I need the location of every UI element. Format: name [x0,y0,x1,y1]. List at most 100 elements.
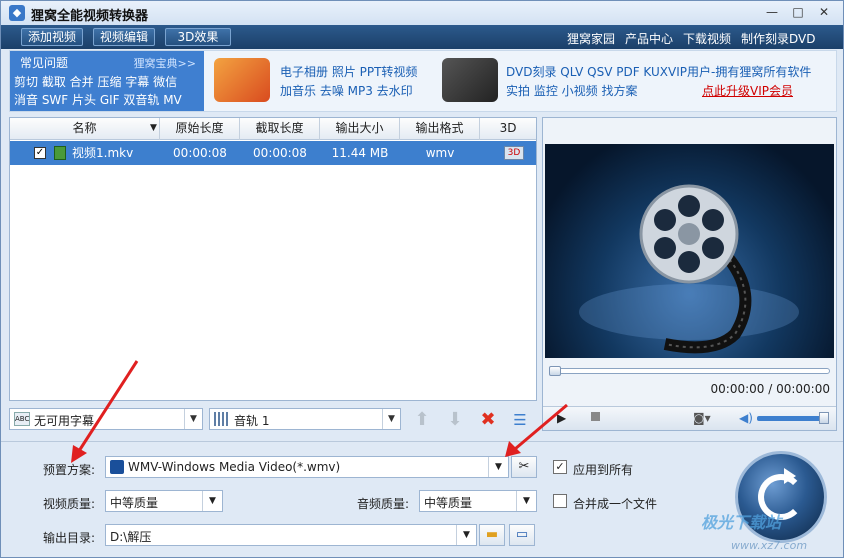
output-size: 11.44 MB [331,146,389,160]
chevron-down-icon[interactable]: ▼ [456,525,476,545]
upgrade-vip-link[interactable]: 点此升级VIP会员 [702,82,793,99]
faq-panel: 常见问题 狸窝宝典>> 剪切 截取 合并 压缩 字幕 微信 消音 SWF 片头 … [10,51,204,111]
column-output-size[interactable]: 输出大小 [320,118,400,140]
table-row[interactable]: ✓ 视频1.mkv 00:00:08 00:00:08 11.44 MB wmv… [10,141,536,165]
merge-label[interactable]: 合并成一个文件 [573,495,657,512]
watermark-url: www.xz7.com [731,539,808,552]
faq-more-link[interactable]: 狸窝宝典>> [134,55,196,71]
ad-dvd-links-row-1[interactable]: DVD刻录 QLV QSV PDF KUX [506,63,668,80]
add-video-button[interactable]: 添加视频 [21,28,84,46]
volume-handle[interactable] [819,412,829,424]
wmv-format-icon [110,460,124,474]
output-dir-label: 输出目录: [43,531,96,545]
output-dir-value: D:\解压 [110,530,152,544]
subtitle-value: 无可用字幕 [34,414,95,428]
audio-quality-value: 中等质量 [424,496,473,510]
column-name[interactable]: 名称 [10,118,160,140]
playback-controls: ▶ ◙▾ ◀) [543,406,836,430]
preview-screen [545,144,834,358]
camera-icon[interactable]: ◙▾ [693,411,711,425]
file-list-header: 名称 ▼ 原始长度 截取长度 输出大小 输出格式 3D [10,118,536,140]
file-list[interactable]: 名称 ▼ 原始长度 截取长度 输出大小 输出格式 3D ✓ 视频1.mkv 00… [9,117,537,401]
audio-quality-label: 音频质量: [357,497,410,511]
clear-list-icon[interactable]: ☰ [509,409,531,431]
title-bar: ◆ 狸窝全能视频转换器 — □ ✕ [1,1,843,25]
open-folder-icon[interactable]: ▭ [509,524,535,546]
move-down-icon[interactable]: ⬇ [444,409,466,431]
sort-chevron-down-icon[interactable]: ▼ [148,118,160,140]
preview-panel: 00:00:00 / 00:00:00 ▶ ◙▾ ◀) [542,117,837,431]
subtitle-select[interactable]: ABC 无可用字幕 ▼ [9,408,203,430]
volume-slider[interactable] [757,412,829,424]
apply-all-label[interactable]: 应用到所有 [573,461,633,478]
faq-title[interactable]: 常见问题 [20,54,68,71]
output-format: wmv [425,146,455,160]
chevron-down-icon[interactable]: ▼ [382,409,400,429]
window-title: 狸窝全能视频转换器 [31,9,149,24]
seek-handle[interactable] [549,366,561,376]
phone-dvd-icon[interactable] [442,58,498,102]
original-length: 00:00:08 [173,146,227,160]
file-name: 视频1.mkv [72,146,134,160]
move-up-icon[interactable]: ⬆ [411,409,433,431]
column-clip-length[interactable]: 截取长度 [240,118,320,140]
play-icon[interactable]: ▶ [557,411,566,425]
merge-checkbox[interactable] [553,494,567,508]
preset-value: WMV-Windows Media Video(*.wmv) [128,460,341,474]
playback-time: 00:00:00 / 00:00:00 [710,382,830,396]
delete-icon[interactable]: ✖ [477,409,499,431]
video-file-icon [54,146,66,160]
chevron-down-icon[interactable]: ▼ [516,491,536,511]
apply-all-checkbox[interactable]: ✓ [553,460,567,474]
watermark-text: 极光下载站 [701,513,782,532]
preset-select[interactable]: WMV-Windows Media Video(*.wmv) ▼ [105,456,509,478]
seek-slider[interactable] [549,366,830,376]
volume-icon[interactable]: ◀) [739,411,753,425]
3d-settings-icon[interactable]: 3D [504,146,524,160]
preset-label: 预置方案: [43,463,96,477]
chevron-down-icon[interactable]: ▼ [184,409,202,429]
chevron-down-icon[interactable]: ▼ [202,491,222,511]
column-original-length[interactable]: 原始长度 [160,118,240,140]
audio-track-value: 音轨 1 [234,414,270,428]
stop-icon[interactable] [591,412,600,421]
video-quality-value: 中等质量 [110,496,159,510]
ad-album-links-row-2[interactable]: 加音乐 去噪 MP3 去水印 [280,82,413,99]
audio-quality-select[interactable]: 中等质量 ▼ [419,490,537,512]
link-liwo-home[interactable]: 狸窝家园 [567,30,615,47]
subtitle-icon: ABC [14,412,30,426]
ad-album-links-row-1[interactable]: 电子相册 照片 PPT转视频 [280,63,417,80]
chevron-down-icon[interactable]: ▼ [488,457,508,477]
video-quality-select[interactable]: 中等质量 ▼ [105,490,223,512]
video-quality-label: 视频质量: [43,497,96,511]
minimize-button[interactable]: — [763,5,781,21]
clip-length: 00:00:08 [253,146,307,160]
video-edit-button[interactable]: 视频编辑 [93,28,156,46]
link-make-dvd[interactable]: 制作刻录DVD [741,30,815,47]
restore-button[interactable]: □ [789,5,807,21]
powerpoint-film-icon[interactable] [214,58,270,102]
file-checkbox[interactable]: ✓ [34,147,46,159]
audio-track-select[interactable]: 音轨 1 ▼ [209,408,401,430]
vip-title: VIP用户-拥有狸窝所有软件 [668,65,812,79]
3d-effect-button[interactable]: 3D效果 [165,28,231,46]
ad-dvd-links-row-2[interactable]: 实拍 监控 小视频 找方案 [506,82,637,99]
link-product-center[interactable]: 产品中心 [625,30,673,47]
app-logo-icon: ◆ [9,5,25,21]
preset-settings-wrench-icon[interactable]: ✂ [511,456,537,478]
promo-bar: 常见问题 狸窝宝典>> 剪切 截取 合并 压缩 字幕 微信 消音 SWF 片头 … [9,50,837,112]
audio-track-icon [214,412,230,426]
browse-folder-icon[interactable]: ▬ [479,524,505,546]
menu-bar: 添加视频 视频编辑 3D效果 狸窝家园 产品中心 下载视频 制作刻录DVD [1,25,843,49]
faq-links-row-1[interactable]: 剪切 截取 合并 压缩 字幕 微信 [14,73,177,90]
app-window: ◆ 狸窝全能视频转换器 — □ ✕ 添加视频 视频编辑 3D效果 狸窝家园 产品… [0,0,844,558]
output-settings: 预置方案: WMV-Windows Media Video(*.wmv) ▼ ✂… [1,441,843,557]
column-output-format[interactable]: 输出格式 [400,118,480,140]
close-button[interactable]: ✕ [815,5,833,21]
convert-arrow-icon [784,468,796,484]
link-download-video[interactable]: 下载视频 [683,30,731,47]
film-reel-icon [579,184,799,354]
column-3d[interactable]: 3D [480,118,536,140]
output-dir-select[interactable]: D:\解压 ▼ [105,524,477,546]
faq-links-row-2[interactable]: 消音 SWF 片头 GIF 双音轨 MV [14,91,182,108]
